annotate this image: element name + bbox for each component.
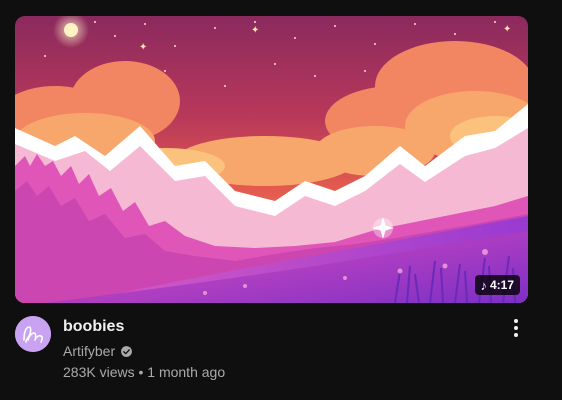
svg-text:✦: ✦ <box>251 25 259 36</box>
video-card[interactable]: ✦ ✦ ✦ ✦ <box>15 16 528 386</box>
verified-badge-icon <box>121 345 133 357</box>
more-vertical-icon[interactable] <box>504 316 528 340</box>
svg-text:✦: ✦ <box>139 42 147 53</box>
channel-row: Artifyber <box>63 341 498 361</box>
duration-badge: ♪ 4:17 <box>475 275 520 295</box>
video-thumbnail[interactable]: ✦ ✦ ✦ ✦ <box>15 16 528 303</box>
music-note-icon: ♪ <box>480 277 487 293</box>
video-stats: 283K views • 1 month ago <box>63 364 226 380</box>
video-title[interactable]: boobies <box>63 316 498 338</box>
avatar-icon <box>15 316 51 352</box>
channel-avatar[interactable] <box>15 316 51 352</box>
svg-text:✦: ✦ <box>503 24 511 35</box>
duration-label: 4:17 <box>489 278 514 292</box>
thumbnail-artwork: ✦ ✦ ✦ ✦ <box>15 16 528 303</box>
video-details: boobies Artifyber 283K views • 1 month a… <box>15 316 528 386</box>
channel-name[interactable]: Artifyber <box>63 341 115 361</box>
